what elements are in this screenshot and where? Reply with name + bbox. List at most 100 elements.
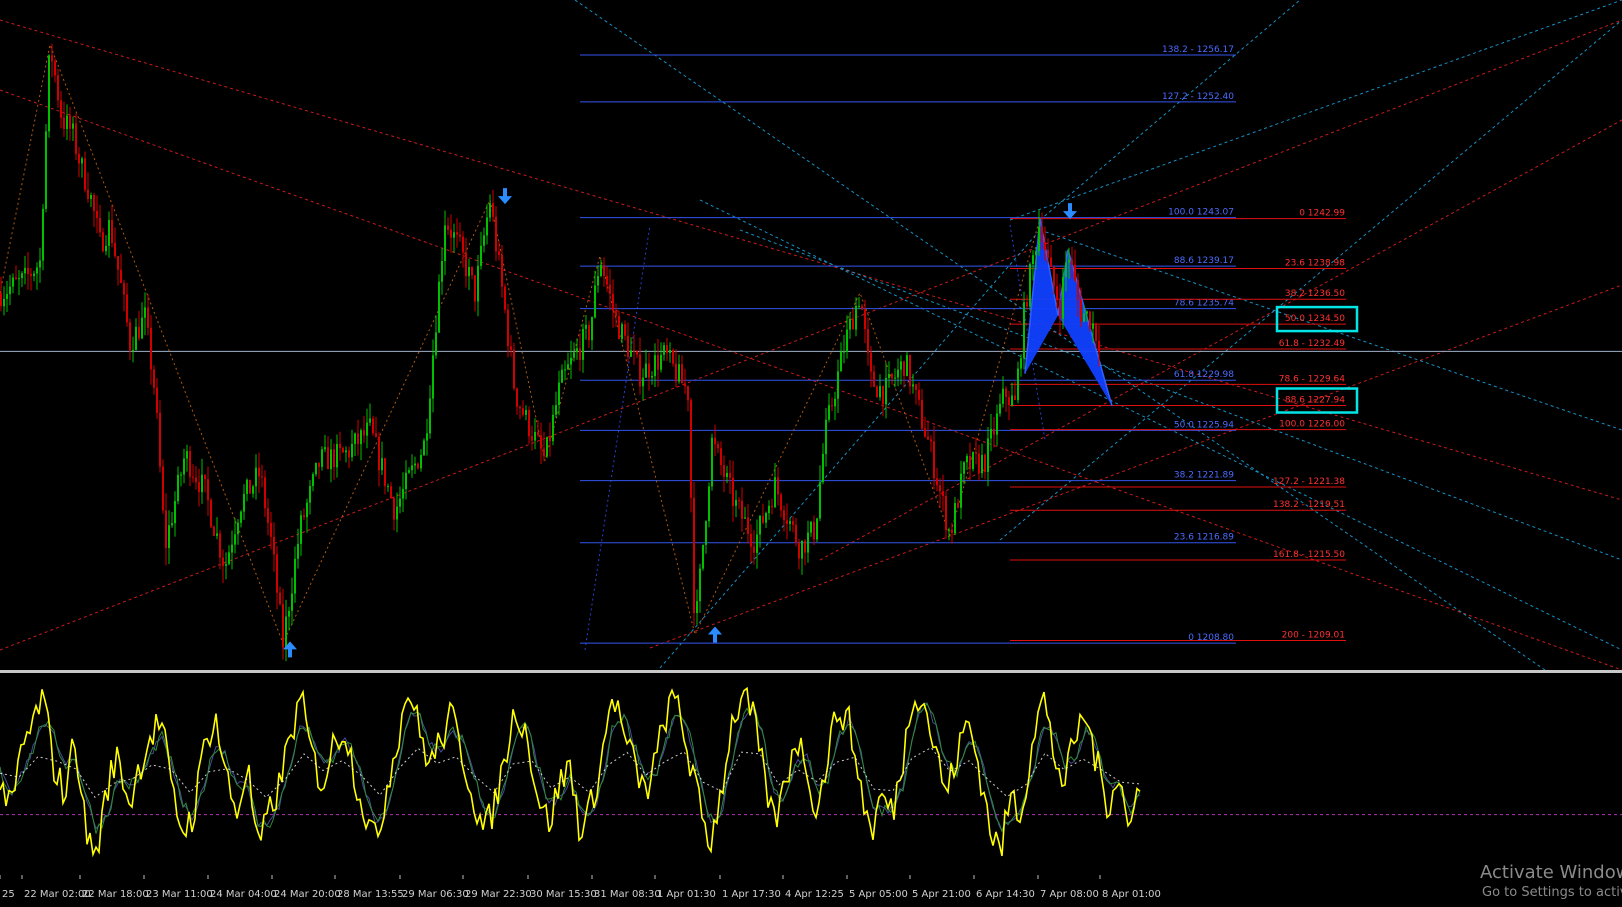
candle-body [471, 267, 473, 276]
candle-body [1038, 226, 1040, 251]
candle-body [462, 236, 464, 253]
candle-body [210, 500, 212, 527]
candle-body [834, 398, 836, 407]
candle-body [888, 374, 890, 378]
candle-body [621, 324, 623, 339]
candle-body [597, 276, 599, 286]
candle-body [627, 335, 629, 357]
candle-body [1059, 300, 1061, 319]
candle-body [333, 449, 335, 468]
candle-body [867, 329, 869, 353]
candle-body [204, 474, 206, 480]
candle-body [42, 208, 44, 261]
candle-body [342, 448, 344, 453]
chart-canvas[interactable]: 138.2 - 1256.17 127.2 - 1252.40 100.0 1243… [0, 0, 1622, 907]
candle-body [420, 455, 422, 469]
candle-body [1077, 280, 1079, 301]
fib-retracement-label: 61.8 1229.98 [1174, 370, 1234, 380]
candle-body [987, 438, 989, 472]
candle-body [450, 229, 452, 238]
candle-body [741, 500, 743, 519]
candle-body [951, 529, 953, 534]
candle-body [399, 498, 401, 507]
candle-body [93, 195, 95, 211]
candle-body [411, 465, 413, 471]
candle-body [189, 451, 191, 477]
candle-body [168, 525, 170, 548]
candle-body [639, 354, 641, 387]
candle-body [735, 500, 737, 506]
candle-body [738, 500, 740, 502]
candle-body [522, 408, 524, 415]
candle-body [585, 324, 587, 329]
candle-body [225, 564, 227, 566]
candle-body [657, 355, 659, 370]
candle-body [60, 100, 62, 118]
candle-body [630, 350, 632, 357]
candle-body [1035, 251, 1037, 256]
candle-body [864, 309, 866, 330]
candle-body [246, 479, 248, 494]
candle-body [300, 515, 302, 544]
candle-body [123, 283, 125, 295]
candle-body [456, 232, 458, 235]
candle-body [852, 318, 854, 330]
candle-body [459, 234, 461, 237]
candle-body [564, 369, 566, 371]
candle-body [45, 131, 47, 209]
candle-body [441, 261, 443, 282]
time-axis-label: 6 Apr 14:30 [976, 889, 1035, 900]
candle-body [180, 474, 182, 476]
candle-body [930, 439, 932, 442]
candle-body [690, 400, 692, 498]
candle-body [1044, 242, 1046, 250]
candle-body [903, 361, 905, 377]
candle-body [102, 232, 104, 252]
candle-body [519, 406, 521, 409]
candle-body [27, 267, 29, 274]
time-axis-label: 22 Mar 02:00 [24, 889, 91, 900]
candle-body [993, 428, 995, 435]
candle-body [504, 286, 506, 310]
candle-body [486, 217, 488, 236]
candle-body [435, 332, 437, 356]
candle-body [582, 328, 584, 360]
candle-body [57, 75, 59, 101]
candle-body [705, 521, 707, 545]
time-axis-label: 23 Mar 11:00 [146, 889, 213, 900]
candle-body [801, 540, 803, 559]
candle-body [480, 245, 482, 266]
candle-body [999, 403, 1001, 414]
pane-separator-bar[interactable] [0, 670, 1622, 673]
candle-body [186, 451, 188, 459]
candle-body [768, 505, 770, 513]
pane-divider[interactable] [0, 670, 1622, 673]
candle-body [714, 437, 716, 445]
candle-body [1017, 368, 1019, 401]
candle-body [36, 267, 38, 274]
candle-body [360, 430, 362, 445]
candle-body [1089, 311, 1091, 329]
candle-body [87, 189, 89, 199]
candle-body [1095, 323, 1097, 341]
candle-body [150, 327, 152, 370]
candle-body [15, 277, 17, 279]
candle-body [453, 232, 455, 238]
fib-retracement-label: 127.2 - 1252.40 [1162, 92, 1234, 102]
candle-body [1047, 250, 1049, 258]
candle-body [126, 294, 128, 323]
candle-body [654, 355, 656, 377]
candle-body [822, 454, 824, 483]
candle-body [369, 418, 371, 423]
candle-body [843, 351, 845, 353]
candle-body [723, 465, 725, 477]
candle-body [495, 216, 497, 252]
candle-body [750, 533, 752, 547]
candle-body [291, 593, 293, 611]
fib-retracement-label: 0 1208.80 [1188, 633, 1234, 643]
candle-body [402, 489, 404, 499]
candle-body [909, 355, 911, 387]
candle-body [159, 412, 161, 467]
candle-body [183, 458, 185, 475]
candle-body [702, 544, 704, 569]
